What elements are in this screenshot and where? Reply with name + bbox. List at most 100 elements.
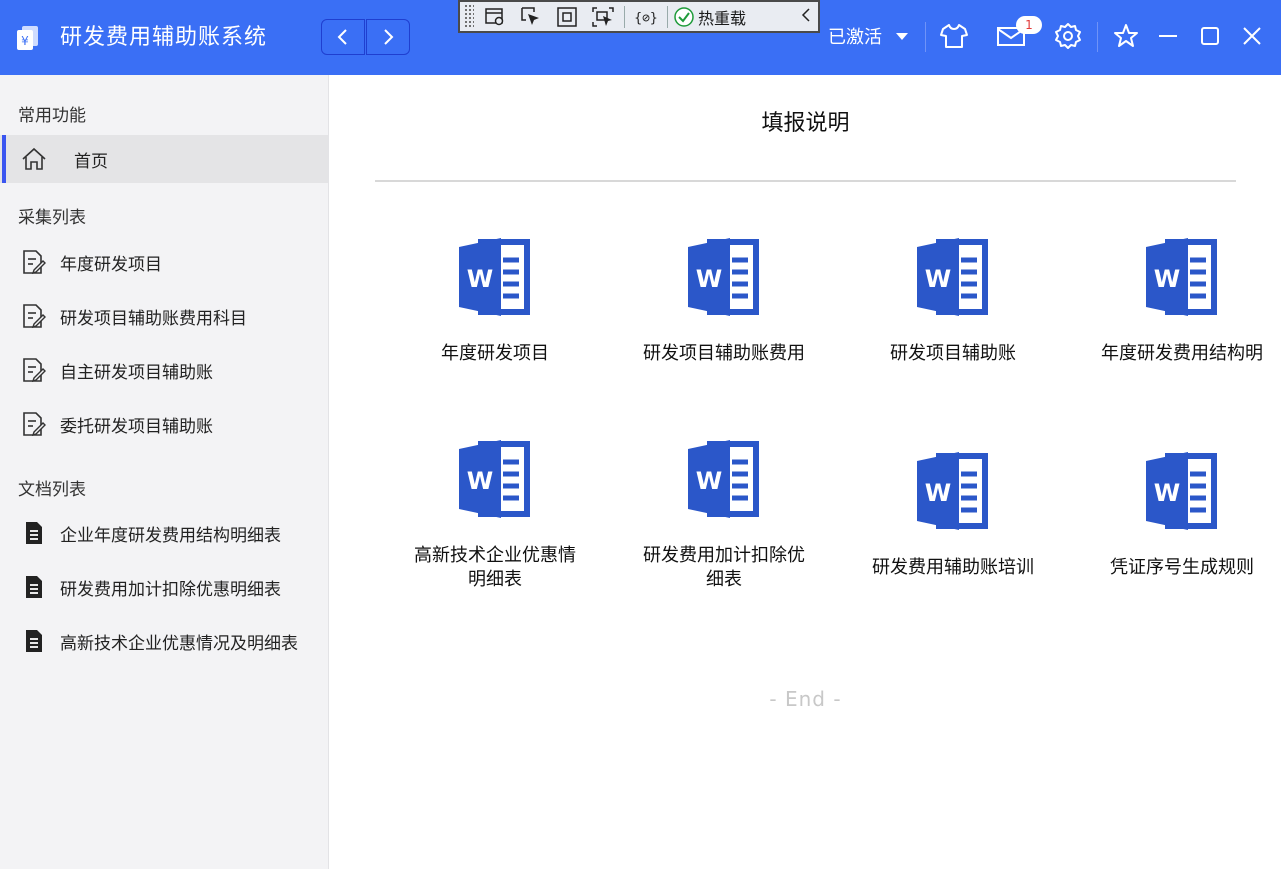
app-logo-icon: ¥: [17, 26, 38, 50]
sidebar-item-entrusted-rd[interactable]: 委托研发项目辅助账: [0, 400, 328, 448]
track-focus-button[interactable]: [588, 3, 618, 31]
toolbar-separator: [624, 5, 625, 28]
app-title: 研发费用辅助账系统: [60, 25, 268, 50]
sidebar-item-deduction-detail[interactable]: 研发费用加计扣除优惠明细表: [0, 563, 328, 611]
doc-label: 凭证序号生成规则: [1110, 557, 1254, 578]
doc-card[interactable]: W 凭证序号生成规则: [1097, 452, 1267, 580]
word-document-icon: W: [917, 452, 988, 530]
title-bar: ¥ 研发费用辅助账系统 {⊘} 热重载 已激活 1: [0, 0, 1281, 75]
doc-card[interactable]: W 高新技术企业优惠情 明细表: [410, 440, 580, 592]
sidebar-item-label: 企业年度研发费用结构明细表: [60, 525, 281, 546]
doc-label: 年度研发项目: [441, 343, 549, 364]
sidebar-item-label: 委托研发项目辅助账: [60, 416, 213, 437]
sidebar-item-home[interactable]: 首页: [0, 135, 328, 183]
doc-label: 年度研发费用结构明: [1101, 343, 1263, 364]
sidebar-item-hightech-detail[interactable]: 高新技术企业优惠情况及明细表: [0, 617, 328, 665]
activation-dropdown[interactable]: 已激活: [828, 24, 882, 52]
doc-label: 研发项目辅助账费用: [643, 343, 805, 364]
document-icon: [20, 519, 48, 547]
doc-label-line: 明细表: [468, 569, 522, 590]
select-element-button[interactable]: [516, 3, 546, 31]
square-frame-icon: [557, 6, 577, 27]
word-document-icon: W: [688, 440, 759, 518]
word-document-icon: W: [917, 238, 988, 316]
toolbar-grip-handle[interactable]: [464, 4, 474, 29]
doc-label: 研发费用辅助账培训: [872, 557, 1034, 578]
sidebar-item-label: 高新技术企业优惠情况及明细表: [60, 633, 298, 654]
chevron-right-icon: [384, 29, 394, 45]
sidebar-item-self-rd[interactable]: 自主研发项目辅助账: [0, 346, 328, 394]
close-icon: [1243, 27, 1261, 45]
sidebar-item-label: 首页: [74, 151, 108, 172]
live-tree-icon: [485, 7, 504, 25]
section-label-common: 常用功能: [18, 106, 86, 126]
doc-label: 研发项目辅助账: [890, 343, 1016, 364]
binding-braces-icon: {⊘}: [635, 11, 657, 26]
chevron-left-icon: [801, 7, 810, 22]
doc-label-line: 高新技术企业优惠情: [414, 545, 576, 566]
star-icon: [1114, 24, 1138, 47]
sidebar-item-structure-detail[interactable]: 企业年度研发费用结构明细表: [0, 509, 328, 557]
display-adorners-button[interactable]: [552, 3, 582, 31]
sidebar-item-label: 自主研发项目辅助账: [60, 362, 213, 383]
tshirt-icon: [940, 24, 968, 48]
hot-reload-label: 热重载: [698, 8, 747, 28]
doc-card[interactable]: W 研发费用加计扣除优 细表: [639, 440, 809, 592]
doc-card[interactable]: W 研发项目辅助账: [868, 238, 1038, 366]
svg-text:W: W: [1154, 479, 1180, 507]
header-separator: [1097, 22, 1098, 52]
minimize-button[interactable]: [1152, 20, 1184, 52]
caret-down-icon[interactable]: [896, 33, 908, 40]
skin-button[interactable]: [938, 20, 970, 52]
document-icon: [20, 573, 48, 601]
sidebar-item-label: 研发费用加计扣除优惠明细表: [60, 579, 281, 600]
title-divider: [375, 180, 1236, 182]
doc-card[interactable]: W 研发项目辅助账费用: [639, 238, 809, 366]
svg-text:W: W: [925, 479, 951, 507]
doc-card[interactable]: W 年度研发费用结构明: [1097, 238, 1267, 366]
live-tree-button[interactable]: [480, 3, 510, 31]
close-button[interactable]: [1236, 20, 1268, 52]
forward-button[interactable]: [366, 19, 410, 55]
svg-text:¥: ¥: [21, 34, 29, 48]
svg-text:W: W: [696, 265, 722, 293]
collapse-toolbar-button[interactable]: [800, 6, 812, 28]
page-title: 填报说明: [761, 111, 850, 136]
toolbar-separator: [667, 5, 668, 28]
edit-document-icon: [20, 248, 48, 276]
document-icon: [20, 627, 48, 655]
back-button[interactable]: [321, 19, 365, 55]
edit-document-icon: [20, 302, 48, 330]
maximize-icon: [1201, 27, 1219, 45]
word-document-icon: W: [459, 238, 530, 316]
svg-text:W: W: [467, 265, 493, 293]
sidebar-item-label: 年度研发项目: [60, 254, 162, 275]
maximize-button[interactable]: [1194, 20, 1226, 52]
doc-label-line: 细表: [706, 569, 742, 590]
doc-card[interactable]: W 研发费用辅助账培训: [868, 452, 1038, 580]
doc-card[interactable]: W 年度研发项目: [410, 238, 580, 366]
minimize-icon: [1159, 35, 1177, 37]
doc-label: 高新技术企业优惠情 明细表: [410, 544, 580, 592]
word-document-icon: W: [459, 440, 530, 518]
doc-label-line: 研发费用加计扣除优: [643, 545, 805, 566]
sidebar-item-annual-projects[interactable]: 年度研发项目: [0, 238, 328, 286]
word-document-icon: W: [1146, 452, 1217, 530]
sidebar: 常用功能 首页 采集列表 年度研发项目 研发项目辅助账费用科目 自主研发项目辅助…: [0, 75, 329, 869]
header-separator: [925, 22, 926, 52]
focus-track-icon: [592, 6, 614, 27]
main-content: 填报说明 W 年度研发项目 W 研发项目辅助账费用 W 研发项目辅助账 W 年度…: [330, 75, 1281, 869]
svg-text:W: W: [925, 265, 951, 293]
chevron-left-icon: [337, 29, 347, 45]
mail-badge: 1: [1016, 16, 1042, 34]
favorite-button[interactable]: [1110, 20, 1142, 52]
svg-text:W: W: [1154, 265, 1180, 293]
hot-reload-button[interactable]: 热重载: [674, 5, 746, 29]
binding-failures-button[interactable]: {⊘}: [631, 3, 661, 31]
svg-text:{⊘}: {⊘}: [635, 11, 657, 26]
svg-text:W: W: [696, 467, 722, 495]
sidebar-item-expense-subjects[interactable]: 研发项目辅助账费用科目: [0, 292, 328, 340]
settings-button[interactable]: [1052, 20, 1084, 52]
home-icon: [20, 145, 48, 173]
svg-text:W: W: [467, 467, 493, 495]
